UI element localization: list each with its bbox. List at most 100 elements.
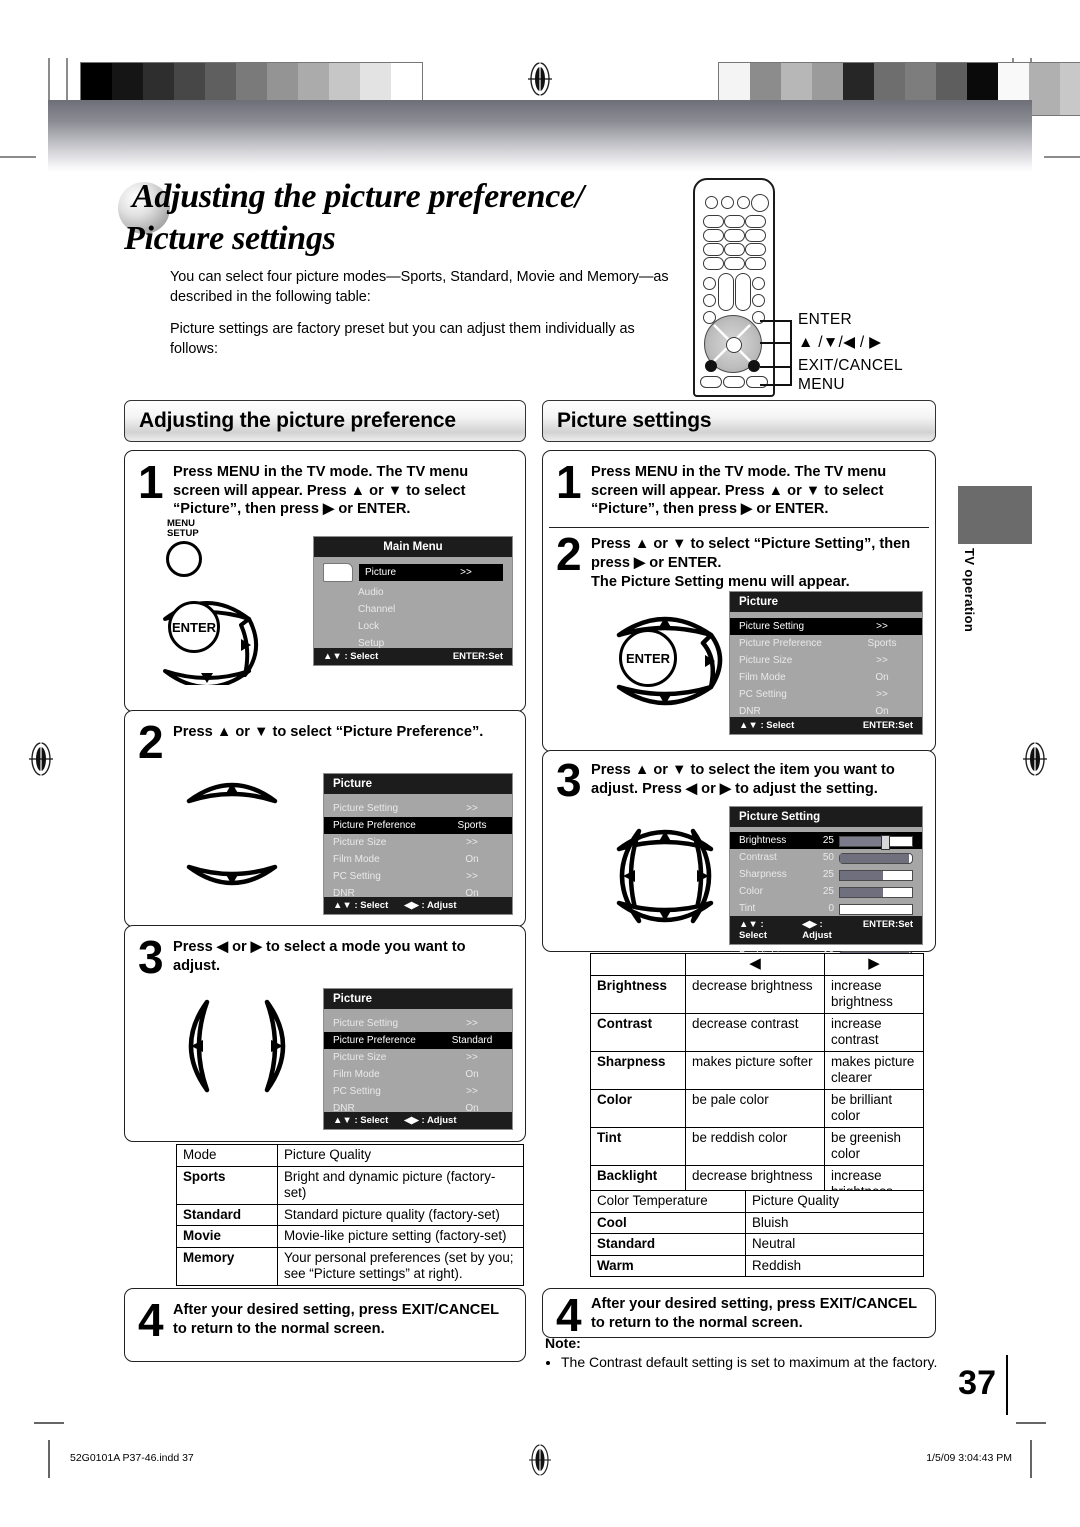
table-row: Warm Reddish [590,1254,924,1277]
left-step-1-number: 1 [138,456,164,508]
osd-row: Audio [358,587,384,598]
note-item: The Contrast default setting is set to m… [561,1353,945,1372]
page-number-rule [1006,1355,1008,1415]
left-step-1-text: Press MENU in the TV mode. The TV menu s… [173,464,469,518]
osd-row: Sharpness 25 [730,866,922,883]
sharpness-slider[interactable] [839,870,913,881]
osd-row: Picture Size >> [739,655,888,666]
mode-cell: Standard [176,1203,278,1226]
right-step-2-text-2: The Picture Setting menu will appear. [591,574,850,590]
remote-button [724,229,745,242]
note-block: Note: The Contrast default setting is se… [545,1334,945,1372]
title-line-1: Adjusting the picture preference/ [132,178,584,215]
right-step-2-number: 2 [556,528,582,580]
intro-text: You can select four picture modes—Sports… [170,268,670,372]
osd-row-selected: Picture Preference Standard [324,1032,512,1049]
ct-quality-cell: Neutral [745,1233,924,1256]
remote-button [723,376,745,388]
ct-cell: Cool [590,1211,746,1234]
adjust-item: Color [590,1088,686,1128]
osd-picture-title: Picture [324,989,512,1009]
right-panel-heading: Picture settings [542,400,936,442]
osd-row-selected: Brightness 25 [730,832,922,850]
right-step-3-text: Press ▲ or ▼ to select the item you want… [591,762,895,797]
menu-setup-button-art [166,541,202,577]
quality-cell: Bright and dynamic picture (factory-set) [277,1165,524,1205]
right-step-4-number: 4 [556,1289,582,1341]
mode-table-header-mode: Mode [176,1144,278,1167]
print-footer: 52G0101A P37-46.indd 37 1/5/09 3:04:43 P… [34,1422,1046,1480]
ct-header-temp: Color Temperature [590,1190,746,1213]
adjust-table: ◀ ▶ Brightness decrease brightness incre… [590,953,924,1204]
osd-row: Picture Size >> [333,837,478,848]
osd-row: Picture Preference Sports [739,638,897,649]
title-line-2: Picture settings [124,220,336,257]
tint-slider[interactable] [839,904,913,915]
footer-left-text: 52G0101A P37-46.indd 37 [70,1452,194,1464]
crop-tick [0,156,36,158]
footer-right-text: 1/5/09 3:04:43 PM [926,1452,1012,1464]
gradient-band [48,100,1032,172]
osd-picture-sports: Picture Picture Setting >> Picture Prefer… [323,773,513,915]
intro-paragraph-2: Picture settings are factory preset but … [170,321,635,357]
quality-cell: Standard picture quality (factory-set) [277,1203,524,1226]
note-label: Note: [545,1335,581,1351]
table-row: ◀ ▶ [590,953,924,976]
callout-enter: ENTER [798,311,853,328]
remote-button [705,196,718,209]
up-down-arrow-art [186,782,278,886]
left-step-3-text: Press ◀ or ▶ to select a mode you want t… [173,939,466,974]
remote-button [745,243,766,256]
remote-button [746,376,768,388]
brightness-slider[interactable] [839,835,913,850]
mode-cell: Sports [176,1165,278,1205]
table-row: Standard Neutral [590,1233,924,1256]
adjust-right-desc: increase contrast [824,1012,924,1052]
intro-paragraph-1: You can select four picture modes—Sports… [170,269,669,305]
right-step-3-number: 3 [556,754,582,806]
left-panel-heading: Adjusting the picture preference [124,400,526,442]
remote-button [724,257,745,270]
osd-picture-title: Picture [730,592,922,612]
left-step-4-text: After your desired setting, press EXIT/C… [173,1302,499,1337]
callout-arrows: ▲ /▼/◀ / ▶ [798,334,882,351]
osd-row: PC Setting >> [739,689,888,700]
table-row: Sports Bright and dynamic picture (facto… [176,1165,524,1205]
quality-cell: Your personal preferences (set by you; s… [277,1246,524,1286]
osd-row: Contrast 50 [730,849,922,866]
left-step-2-box: 2 Press ▲ or ▼ to select “Picture Prefer… [124,710,526,927]
color-slider[interactable] [839,887,913,898]
mode-cell: Memory [176,1246,278,1286]
adjust-header-left-arrow: ◀ [685,953,825,976]
osd-row: Film Mode On [739,672,889,683]
adjust-right-desc: increase brightness [824,974,924,1014]
adjust-header-right-arrow: ▶ [824,953,924,976]
table-row: Standard Standard picture quality (facto… [176,1203,524,1226]
osd-row: Channel [358,604,396,615]
remote-button [721,196,734,209]
osd-main-menu: Main Menu Picture >> Audio Channel Lock … [313,536,513,666]
table-row: Sharpness makes picture softer makes pic… [590,1050,924,1090]
osd-picture-setting-footer: ▲▼ : Select ◀▶ : Adjust ENTER:Set [730,916,922,944]
osd-row: Picture >> [314,563,512,584]
left-step-3-number: 3 [138,931,164,983]
divider [549,527,929,529]
adjust-item: Contrast [590,1012,686,1052]
table-row: Memory Your personal preferences (set by… [176,1246,524,1286]
remote-menu-dot-button [748,360,760,372]
menu-setup-label: MENU SETUP [167,518,199,539]
osd-row: Tint 0 [730,900,922,917]
remote-button [737,196,750,209]
right-step-1-number: 1 [556,456,582,508]
print-calibration-area [0,0,1080,172]
adjust-item: Tint [590,1126,686,1166]
left-step-2-text: Press ▲ or ▼ to select “Picture Preferen… [173,724,484,740]
right-step-4-box: 4 After your desired setting, press EXIT… [542,1288,936,1338]
left-step-4-box: 4 After your desired setting, press EXIT… [124,1288,526,1362]
adjust-right-desc: be greenish color [824,1126,924,1166]
left-step-1-box: 1 Press MENU in the TV mode. The TV menu… [124,450,526,712]
contrast-slider[interactable] [839,853,913,864]
ct-quality-cell: Bluish [745,1211,924,1234]
osd-picture-footer: ▲▼ : Select ENTER:Set [730,717,922,734]
remote-exit-cancel-button [705,360,717,372]
